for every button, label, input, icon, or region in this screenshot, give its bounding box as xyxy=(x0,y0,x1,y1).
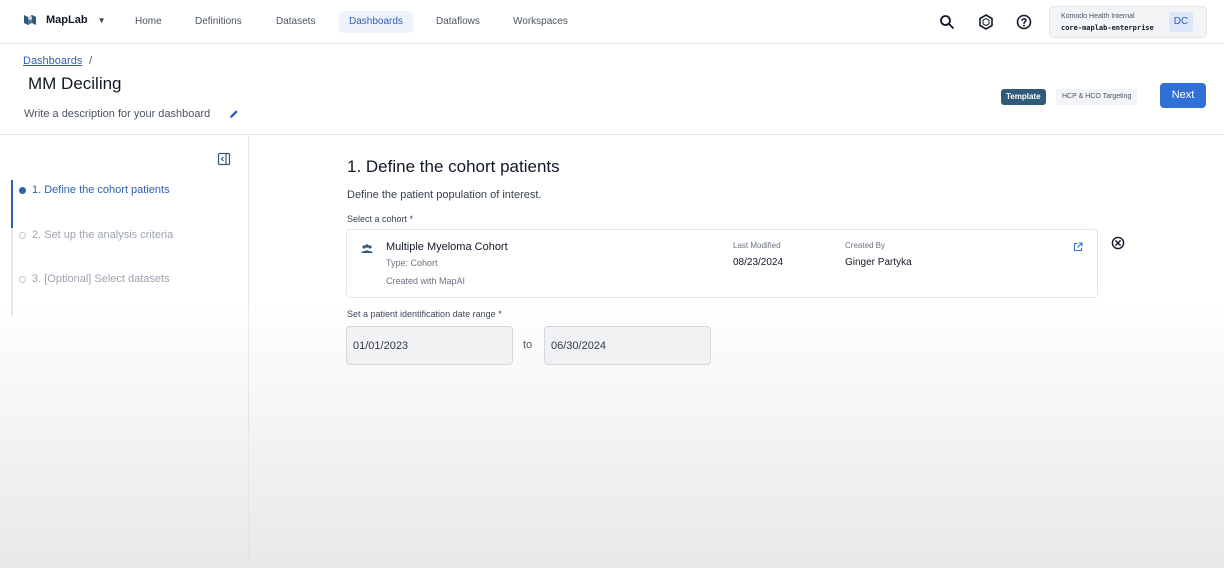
step-define-cohort[interactable]: 1. Define the cohort patients xyxy=(19,184,170,196)
account-switcher[interactable]: Komodo Health Internal core-maplab-enter… xyxy=(1049,6,1207,38)
nav-definitions[interactable]: Definitions xyxy=(185,11,252,33)
template-name: HCP & HCO Targeting xyxy=(1056,89,1138,105)
step-track-active xyxy=(11,180,13,228)
brand-name: MapLab xyxy=(46,14,88,26)
cohort-name: Multiple Myeloma Cohort xyxy=(386,241,508,253)
account-org: Komodo Health Internal xyxy=(1061,13,1135,20)
cohort-created-with: Created with MapAI xyxy=(386,276,466,286)
pencil-icon[interactable] xyxy=(228,108,240,120)
help-icon[interactable] xyxy=(1014,12,1034,32)
account-instance: core-maplab-enterprise xyxy=(1061,24,1154,32)
nav-workspaces[interactable]: Workspaces xyxy=(503,11,578,33)
last-modified-value: 08/23/2024 xyxy=(733,257,784,268)
collapse-sidebar-icon[interactable] xyxy=(217,152,231,166)
step-label: 2. Set up the analysis criteria xyxy=(32,229,174,241)
date-range-separator: to xyxy=(523,339,533,351)
step-label: 1. Define the cohort patients xyxy=(32,184,170,196)
date-range-label: Set a patient identification date range … xyxy=(347,309,502,319)
created-by-label: Created By xyxy=(845,241,886,250)
section-title: 1. Define the cohort patients xyxy=(347,157,560,176)
nav-datasets[interactable]: Datasets xyxy=(266,11,325,33)
step-indicator xyxy=(19,186,26,194)
hexagon-icon[interactable] xyxy=(976,12,996,32)
cohort-field-label: Select a cohort * xyxy=(347,214,414,224)
created-by-value: Ginger Partyka xyxy=(845,257,912,268)
step-select-datasets[interactable]: 3. [Optional] Select datasets xyxy=(19,273,170,285)
template-badge: Template xyxy=(1001,89,1046,105)
maplab-logo-icon xyxy=(24,15,36,25)
end-date-input[interactable] xyxy=(544,326,711,365)
nav-home[interactable]: Home xyxy=(125,11,172,33)
step-indicator xyxy=(19,275,26,283)
step-indicator xyxy=(19,231,26,239)
avatar[interactable]: DC xyxy=(1169,12,1193,32)
page-title: MM Deciling xyxy=(28,74,122,93)
step-analysis-criteria[interactable]: 2. Set up the analysis criteria xyxy=(19,229,173,241)
main-content: 1. Define the cohort patients Define the… xyxy=(250,136,1224,568)
remove-cohort-icon[interactable] xyxy=(1111,236,1125,250)
breadcrumb-separator: / xyxy=(89,55,93,67)
breadcrumb-dashboards[interactable]: Dashboards xyxy=(23,55,82,67)
nav-dashboards[interactable]: Dashboards xyxy=(339,11,413,33)
cohort-type: Type: Cohort xyxy=(386,258,438,268)
people-icon xyxy=(361,244,373,253)
brand-menu[interactable]: MapLab ▼ xyxy=(22,12,105,28)
last-modified-label: Last Modified xyxy=(733,241,781,250)
steps-sidebar: 1. Define the cohort patients 2. Set up … xyxy=(0,136,249,568)
search-icon[interactable] xyxy=(937,12,957,32)
start-date-input[interactable] xyxy=(346,326,513,365)
caret-down-icon: ▼ xyxy=(97,15,106,25)
description-field[interactable]: Write a description for your dashboard xyxy=(24,108,210,120)
top-navigation-bar: MapLab ▼ Home Definitions Datasets Dashb… xyxy=(0,0,1224,44)
external-link-icon[interactable] xyxy=(1073,242,1083,252)
nav-dataflows[interactable]: Dataflows xyxy=(426,11,490,33)
selected-cohort-card[interactable]: Multiple Myeloma Cohort Type: Cohort Cre… xyxy=(346,229,1098,298)
dashboard-header: Dashboards / MM Deciling Write a descrip… xyxy=(0,45,1224,135)
next-button[interactable]: Next xyxy=(1160,83,1206,108)
step-label: 3. [Optional] Select datasets xyxy=(32,273,170,285)
section-description: Define the patient population of interes… xyxy=(347,189,542,201)
